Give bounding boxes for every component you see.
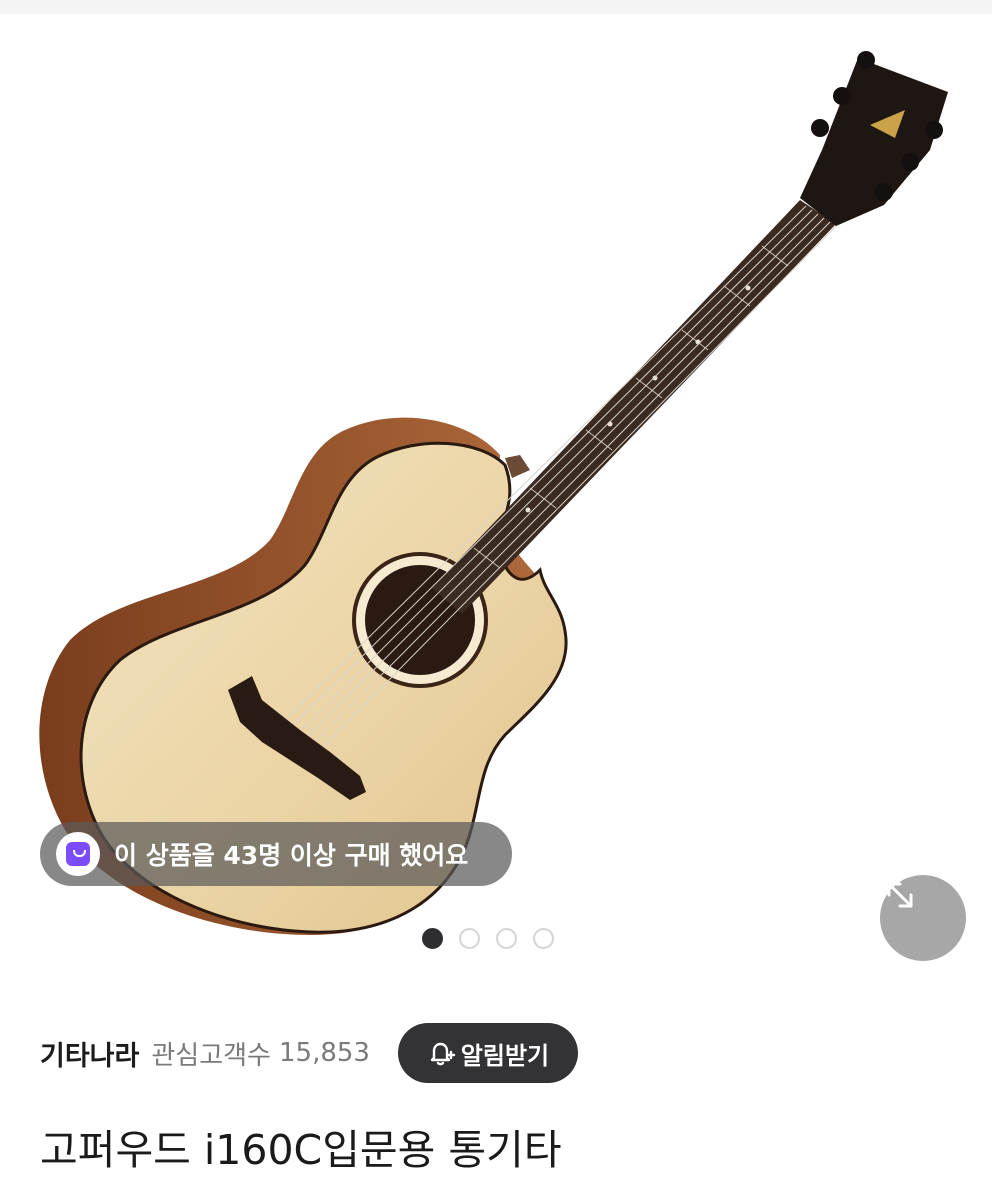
pagination-dot-1[interactable] [422, 928, 443, 949]
bell-plus-icon [430, 1042, 455, 1066]
guitar-headstock [800, 51, 948, 226]
follower-count: 15,853 [278, 1038, 370, 1068]
gallery-pagination [422, 928, 554, 949]
pagination-dot-3[interactable] [496, 928, 517, 949]
expand-arrows-icon [887, 882, 913, 908]
product-title: 고퍼우드 i160C입문용 통기타 [40, 1126, 562, 1174]
notify-button[interactable]: 알림받기 [397, 1023, 578, 1083]
seller-name[interactable]: 기타나라 [40, 1034, 139, 1073]
shopping-bag-icon [56, 832, 100, 876]
follower-label: 관심고객수 [151, 1040, 271, 1071]
pagination-dot-2[interactable] [459, 928, 480, 949]
seller-info-row: 기타나라 관심고객수 15,853 알림받기 [40, 1022, 940, 1084]
product-image-gallery[interactable]: 이 상품을 43명 이상 구매 했어요 [0, 0, 992, 1000]
notify-button-label: 알림받기 [460, 1041, 550, 1070]
purchase-count-badge: 이 상품을 43명 이상 구매 했어요 [40, 822, 512, 886]
purchase-count-text: 이 상품을 43명 이상 구매 했어요 [114, 841, 469, 870]
guitar-neck [432, 200, 836, 614]
pagination-dot-4[interactable] [533, 928, 554, 949]
expand-image-button[interactable] [880, 875, 966, 961]
